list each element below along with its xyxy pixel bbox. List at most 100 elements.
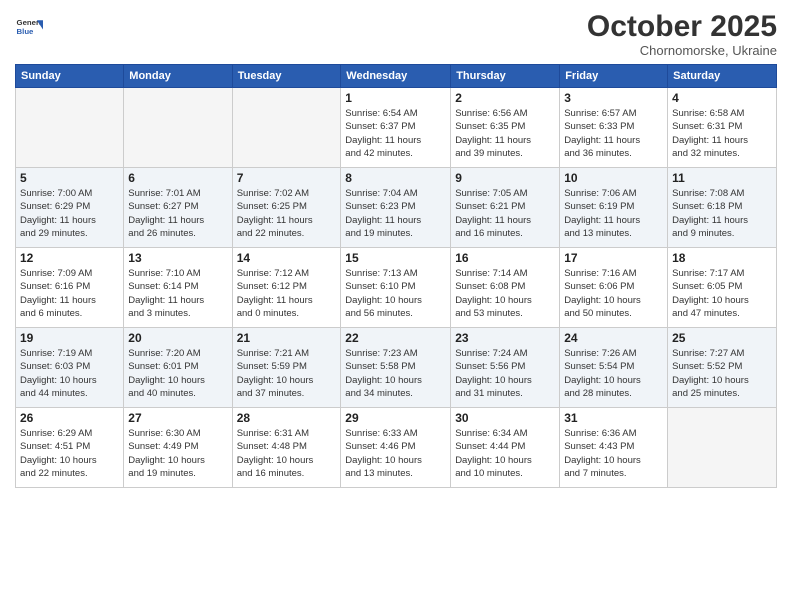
day-cell: 27 Sunrise: 6:30 AM Sunset: 4:49 PM Dayli… xyxy=(124,408,232,488)
day-number: 14 xyxy=(237,251,337,265)
day-number: 26 xyxy=(20,411,119,425)
day-cell: 6 Sunrise: 7:01 AM Sunset: 6:27 PM Daylig… xyxy=(124,168,232,248)
day-number: 31 xyxy=(564,411,663,425)
day-number: 28 xyxy=(237,411,337,425)
day-info: Sunrise: 6:34 AM Sunset: 4:44 PM Dayligh… xyxy=(455,427,555,480)
day-cell: 1 Sunrise: 6:54 AM Sunset: 6:37 PM Daylig… xyxy=(341,88,451,168)
day-number: 24 xyxy=(564,331,663,345)
day-number: 1 xyxy=(345,91,446,105)
day-number: 17 xyxy=(564,251,663,265)
logo: General Blue xyxy=(15,14,43,42)
header-monday: Monday xyxy=(124,65,232,88)
day-cell xyxy=(16,88,124,168)
day-cell: 25 Sunrise: 7:27 AM Sunset: 5:52 PM Dayli… xyxy=(668,328,777,408)
month-title: October 2025 xyxy=(587,10,777,43)
day-info: Sunrise: 7:08 AM Sunset: 6:18 PM Dayligh… xyxy=(672,187,772,240)
day-cell: 3Sunrise: 6:57 AM Sunset: 6:33 PM Daylig… xyxy=(560,88,668,168)
day-info: Sunrise: 7:27 AM Sunset: 5:52 PM Dayligh… xyxy=(672,347,772,400)
subtitle: Chornomorske, Ukraine xyxy=(587,43,777,58)
day-cell: 10 Sunrise: 7:06 AM Sunset: 6:19 PM Dayli… xyxy=(560,168,668,248)
day-cell: 28 Sunrise: 6:31 AM Sunset: 4:48 PM Dayli… xyxy=(232,408,341,488)
day-cell xyxy=(232,88,341,168)
day-cell: 18Sunrise: 7:17 AM Sunset: 6:05 PM Dayli… xyxy=(668,248,777,328)
header-tuesday: Tuesday xyxy=(232,65,341,88)
day-info: Sunrise: 6:29 AM Sunset: 4:51 PM Dayligh… xyxy=(20,427,119,480)
week-row-3: 12 Sunrise: 7:09 AM Sunset: 6:16 PM Dayli… xyxy=(16,248,777,328)
header-saturday: Saturday xyxy=(668,65,777,88)
day-cell: 31 Sunrise: 6:36 AM Sunset: 4:43 PM Dayli… xyxy=(560,408,668,488)
day-number: 10 xyxy=(564,171,663,185)
day-info: Sunrise: 6:54 AM Sunset: 6:37 PM Dayligh… xyxy=(345,107,446,160)
day-info: Sunrise: 7:04 AM Sunset: 6:23 PM Dayligh… xyxy=(345,187,446,240)
day-cell xyxy=(124,88,232,168)
day-info: Sunrise: 7:12 AM Sunset: 6:12 PM Dayligh… xyxy=(237,267,337,320)
day-info: Sunrise: 7:00 AM Sunset: 6:29 PM Dayligh… xyxy=(20,187,119,240)
day-info: Sunrise: 7:20 AM Sunset: 6:01 PM Dayligh… xyxy=(128,347,227,400)
week-row-2: 5 Sunrise: 7:00 AM Sunset: 6:29 PM Daylig… xyxy=(16,168,777,248)
day-info: Sunrise: 7:05 AM Sunset: 6:21 PM Dayligh… xyxy=(455,187,555,240)
day-info: Sunrise: 7:09 AM Sunset: 6:16 PM Dayligh… xyxy=(20,267,119,320)
day-info: Sunrise: 6:58 AM Sunset: 6:31 PM Dayligh… xyxy=(672,107,772,160)
day-info: Sunrise: 6:31 AM Sunset: 4:48 PM Dayligh… xyxy=(237,427,337,480)
day-number: 15 xyxy=(345,251,446,265)
calendar: Sunday Monday Tuesday Wednesday Thursday… xyxy=(15,64,777,488)
day-number: 4 xyxy=(672,91,772,105)
day-number: 23 xyxy=(455,331,555,345)
day-cell: 5 Sunrise: 7:00 AM Sunset: 6:29 PM Daylig… xyxy=(16,168,124,248)
day-cell: 23 Sunrise: 7:24 AM Sunset: 5:56 PM Dayli… xyxy=(451,328,560,408)
day-cell: 2 Sunrise: 6:56 AM Sunset: 6:35 PM Daylig… xyxy=(451,88,560,168)
day-cell: 14 Sunrise: 7:12 AM Sunset: 6:12 PM Dayli… xyxy=(232,248,341,328)
week-row-5: 26 Sunrise: 6:29 AM Sunset: 4:51 PM Dayli… xyxy=(16,408,777,488)
day-info: Sunrise: 7:06 AM Sunset: 6:19 PM Dayligh… xyxy=(564,187,663,240)
header-wednesday: Wednesday xyxy=(341,65,451,88)
weekday-header-row: Sunday Monday Tuesday Wednesday Thursday… xyxy=(16,65,777,88)
day-info: Sunrise: 7:26 AM Sunset: 5:54 PM Dayligh… xyxy=(564,347,663,400)
day-cell: 4 Sunrise: 6:58 AM Sunset: 6:31 PM Daylig… xyxy=(668,88,777,168)
day-number: 5 xyxy=(20,171,119,185)
day-cell: 12 Sunrise: 7:09 AM Sunset: 6:16 PM Dayli… xyxy=(16,248,124,328)
day-number: 3 xyxy=(564,91,663,105)
day-number: 27 xyxy=(128,411,227,425)
header-thursday: Thursday xyxy=(451,65,560,88)
day-info: Sunrise: 7:24 AM Sunset: 5:56 PM Dayligh… xyxy=(455,347,555,400)
day-info: Sunrise: 7:21 AM Sunset: 5:59 PM Dayligh… xyxy=(237,347,337,400)
day-number: 19 xyxy=(20,331,119,345)
day-cell: 9 Sunrise: 7:05 AM Sunset: 6:21 PM Daylig… xyxy=(451,168,560,248)
day-number: 25 xyxy=(672,331,772,345)
day-cell: 11Sunrise: 7:08 AM Sunset: 6:18 PM Dayli… xyxy=(668,168,777,248)
day-number: 9 xyxy=(455,171,555,185)
day-cell: 20 Sunrise: 7:20 AM Sunset: 6:01 PM Dayli… xyxy=(124,328,232,408)
day-cell: 7Sunrise: 7:02 AM Sunset: 6:25 PM Daylig… xyxy=(232,168,341,248)
day-info: Sunrise: 6:30 AM Sunset: 4:49 PM Dayligh… xyxy=(128,427,227,480)
day-cell: 16 Sunrise: 7:14 AM Sunset: 6:08 PM Dayli… xyxy=(451,248,560,328)
day-number: 16 xyxy=(455,251,555,265)
week-row-1: 1 Sunrise: 6:54 AM Sunset: 6:37 PM Daylig… xyxy=(16,88,777,168)
day-number: 22 xyxy=(345,331,446,345)
day-info: Sunrise: 7:02 AM Sunset: 6:25 PM Dayligh… xyxy=(237,187,337,240)
day-info: Sunrise: 7:01 AM Sunset: 6:27 PM Dayligh… xyxy=(128,187,227,240)
day-cell: 17 Sunrise: 7:16 AM Sunset: 6:06 PM Dayli… xyxy=(560,248,668,328)
logo-icon: General Blue xyxy=(15,14,43,42)
week-row-4: 19 Sunrise: 7:19 AM Sunset: 6:03 PM Dayli… xyxy=(16,328,777,408)
page: General Blue October 2025 Chornomorske, … xyxy=(0,0,792,612)
header: General Blue October 2025 Chornomorske, … xyxy=(15,10,777,58)
day-number: 12 xyxy=(20,251,119,265)
day-info: Sunrise: 7:23 AM Sunset: 5:58 PM Dayligh… xyxy=(345,347,446,400)
day-cell: 22 Sunrise: 7:23 AM Sunset: 5:58 PM Dayli… xyxy=(341,328,451,408)
day-info: Sunrise: 6:56 AM Sunset: 6:35 PM Dayligh… xyxy=(455,107,555,160)
title-block: October 2025 Chornomorske, Ukraine xyxy=(587,10,777,58)
day-cell: 15Sunrise: 7:13 AM Sunset: 6:10 PM Dayli… xyxy=(341,248,451,328)
day-info: Sunrise: 7:14 AM Sunset: 6:08 PM Dayligh… xyxy=(455,267,555,320)
day-info: Sunrise: 7:10 AM Sunset: 6:14 PM Dayligh… xyxy=(128,267,227,320)
day-number: 6 xyxy=(128,171,227,185)
day-cell: 8 Sunrise: 7:04 AM Sunset: 6:23 PM Daylig… xyxy=(341,168,451,248)
day-info: Sunrise: 7:19 AM Sunset: 6:03 PM Dayligh… xyxy=(20,347,119,400)
day-number: 18 xyxy=(672,251,772,265)
day-info: Sunrise: 7:16 AM Sunset: 6:06 PM Dayligh… xyxy=(564,267,663,320)
header-sunday: Sunday xyxy=(16,65,124,88)
day-info: Sunrise: 6:36 AM Sunset: 4:43 PM Dayligh… xyxy=(564,427,663,480)
day-number: 20 xyxy=(128,331,227,345)
day-number: 2 xyxy=(455,91,555,105)
day-number: 8 xyxy=(345,171,446,185)
day-cell: 26 Sunrise: 6:29 AM Sunset: 4:51 PM Dayli… xyxy=(16,408,124,488)
